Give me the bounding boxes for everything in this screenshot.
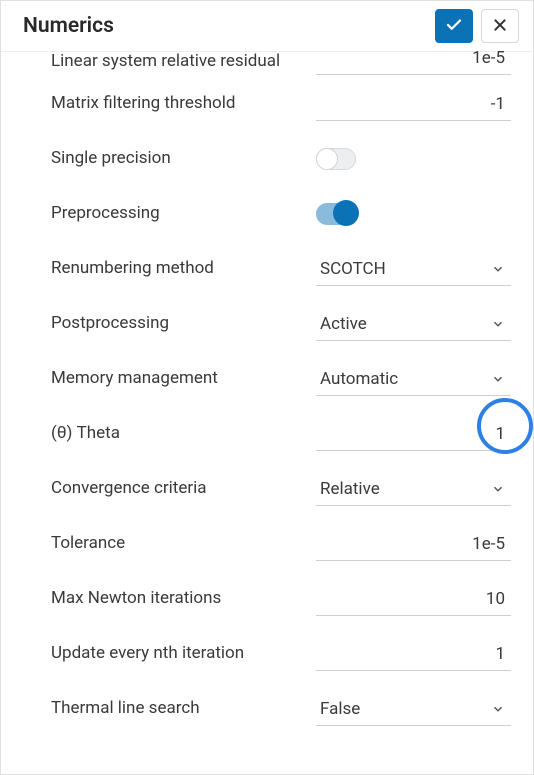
label-linear-residual: Linear system relative residual — [51, 50, 300, 72]
chevron-down-icon — [491, 262, 505, 276]
row-single-precision: Single precision — [51, 131, 511, 186]
label-convergence: Convergence criteria — [51, 477, 300, 499]
select-renumbering-value: SCOTCH — [320, 259, 386, 279]
label-theta: (θ) Theta — [51, 422, 300, 444]
label-renumbering: Renumbering method — [51, 257, 300, 279]
row-max-newton: Max Newton iterations — [51, 571, 511, 626]
chevron-down-icon — [491, 372, 505, 386]
input-tolerance[interactable] — [316, 526, 511, 561]
row-renumbering: Renumbering method SCOTCH — [51, 241, 511, 296]
input-matrix-filter[interactable] — [316, 86, 511, 121]
select-thermal-line[interactable]: False — [316, 691, 511, 726]
select-renumbering[interactable]: SCOTCH — [316, 251, 511, 286]
select-memory-value: Automatic — [320, 369, 398, 389]
row-theta: (θ) Theta — [51, 406, 511, 461]
panel-content[interactable]: Linear system relative residual Matrix f… — [1, 46, 533, 774]
select-postprocessing[interactable]: Active — [316, 306, 511, 341]
cancel-button[interactable] — [481, 9, 519, 43]
panel-title: Numerics — [23, 14, 435, 38]
row-postprocessing: Postprocessing Active — [51, 296, 511, 351]
select-thermal-line-value: False — [320, 699, 360, 719]
label-tolerance: Tolerance — [51, 532, 300, 554]
input-update-nth[interactable] — [316, 636, 511, 671]
label-single-precision: Single precision — [51, 147, 300, 169]
check-icon — [445, 16, 463, 37]
chevron-down-icon — [491, 702, 505, 716]
select-convergence-value: Relative — [320, 479, 380, 499]
row-matrix-filter: Matrix filtering threshold — [51, 76, 511, 131]
confirm-button[interactable] — [435, 9, 473, 43]
toggle-single-precision[interactable] — [316, 148, 356, 170]
label-thermal-line: Thermal line search — [51, 697, 300, 719]
label-postprocessing: Postprocessing — [51, 312, 300, 334]
select-memory[interactable]: Automatic — [316, 361, 511, 396]
select-convergence[interactable]: Relative — [316, 471, 511, 506]
row-linear-residual: Linear system relative residual — [51, 46, 511, 76]
label-update-nth: Update every nth iteration — [51, 642, 300, 664]
label-memory: Memory management — [51, 367, 300, 389]
label-max-newton: Max Newton iterations — [51, 587, 300, 609]
label-matrix-filter: Matrix filtering threshold — [51, 92, 300, 114]
row-tolerance: Tolerance — [51, 516, 511, 571]
select-postprocessing-value: Active — [320, 314, 367, 334]
input-linear-residual[interactable] — [316, 48, 511, 75]
input-max-newton[interactable] — [316, 581, 511, 616]
row-preprocessing: Preprocessing — [51, 186, 511, 241]
row-memory: Memory management Automatic — [51, 351, 511, 406]
chevron-down-icon — [491, 317, 505, 331]
close-icon — [492, 17, 508, 36]
toggle-preprocessing[interactable] — [316, 203, 356, 225]
row-thermal-line: Thermal line search False — [51, 681, 511, 736]
panel-header: Numerics — [1, 1, 533, 52]
numerics-panel: Numerics Linear system relative residual… — [0, 0, 534, 775]
input-theta[interactable] — [316, 416, 511, 451]
label-preprocessing: Preprocessing — [51, 202, 300, 224]
row-convergence: Convergence criteria Relative — [51, 461, 511, 516]
row-update-nth: Update every nth iteration — [51, 626, 511, 681]
header-actions — [435, 9, 519, 43]
chevron-down-icon — [491, 482, 505, 496]
